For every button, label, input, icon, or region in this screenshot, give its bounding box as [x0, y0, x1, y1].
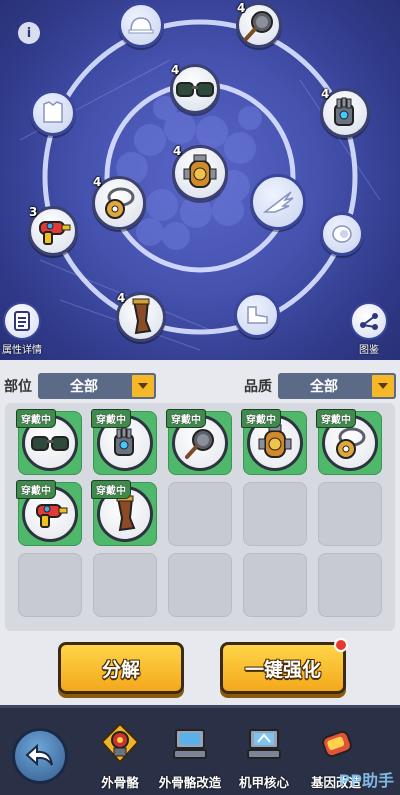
back-arrow-icon — [25, 743, 53, 767]
catalog-button[interactable]: 图鉴 — [350, 302, 388, 356]
level-number: 4 — [237, 1, 246, 15]
decompose-button[interactable]: 分解 — [58, 642, 184, 694]
frying-pan-icon — [244, 11, 273, 41]
level-number: 4 — [171, 63, 180, 77]
wing-slot[interactable] — [250, 174, 306, 230]
equipped-tag: 穿戴中 — [16, 480, 56, 499]
helmet-slot[interactable] — [118, 2, 164, 48]
nav-exoskeleton-label: 外骨骼 — [101, 775, 139, 790]
boots-slot[interactable]: 4 — [116, 291, 166, 342]
inventory-item-boots[interactable]: 穿戴中 — [91, 480, 157, 546]
attribute-details-button[interactable]: 属性详情 — [2, 302, 42, 356]
chevron-down-icon — [130, 373, 156, 399]
decompose-label: 分解 — [101, 658, 140, 681]
level-number: 4 — [321, 87, 330, 101]
part-dropdown-value: 全部 — [70, 379, 98, 395]
inventory-panel: 部位 全部 品质 全部 穿戴中 穿戴中 穿戴中 穿戴中 穿戴中 穿戴中 穿戴中 … — [0, 360, 400, 705]
level-number: 4 — [173, 144, 182, 158]
empty-inventory-slot — [318, 482, 382, 546]
equipped-tag: 穿戴中 — [316, 409, 356, 428]
empty-inventory-slot — [18, 553, 82, 617]
inventory-item-goggles[interactable]: 穿戴中 — [16, 409, 82, 475]
armor-slot[interactable] — [30, 90, 76, 136]
quality-filter-label: 品质 — [244, 379, 272, 395]
gene-modify-icon — [314, 722, 358, 766]
bottom-nav: 外骨骼 外骨骼改造 机甲核心 基因改造 PP助手 — [0, 705, 400, 795]
exoskeleton-icon — [98, 722, 142, 766]
document-icon — [3, 302, 41, 340]
attribute-details-label: 属性详情 — [2, 345, 42, 356]
inventory-item-water-gun[interactable]: 穿戴中 — [16, 480, 82, 546]
info-icon[interactable]: i — [18, 22, 40, 44]
core-pump-icon — [183, 154, 217, 188]
water-gun-slot[interactable]: 3 — [28, 205, 78, 256]
empty-inventory-slot — [243, 482, 307, 546]
empty-inventory-slot — [93, 553, 157, 617]
network-icon — [350, 302, 388, 340]
equipped-tag: 穿戴中 — [91, 480, 131, 499]
quality-dropdown-value: 全部 — [310, 379, 338, 395]
chain-gear-icon — [105, 187, 135, 219]
nav-exoskeleton[interactable]: 外骨骼 — [82, 722, 158, 791]
chain-gear-slot[interactable]: 4 — [92, 175, 146, 230]
inventory-item-power-glove[interactable]: 穿戴中 — [91, 409, 157, 475]
empty-inventory-slot — [318, 553, 382, 617]
boots-icon — [132, 298, 152, 335]
equipped-tag: 穿戴中 — [91, 409, 131, 428]
nav-exoskeleton-modify-label: 外骨骼改造 — [158, 775, 222, 790]
chevron-down-icon — [370, 373, 396, 399]
nav-mecha-core-label: 机甲核心 — [238, 775, 289, 790]
inventory-item-core-pump[interactable]: 穿戴中 — [241, 409, 307, 475]
level-number: 4 — [93, 175, 102, 189]
inventory-item-frying-pan[interactable]: 穿戴中 — [166, 409, 232, 475]
nav-mecha-core[interactable]: 机甲核心 — [226, 722, 302, 791]
equipped-tag: 穿戴中 — [241, 409, 281, 428]
equipped-tag: 穿戴中 — [16, 409, 56, 428]
power-glove-icon — [334, 97, 354, 126]
frying-pan-slot[interactable]: 4 — [236, 1, 282, 48]
wing-icon — [262, 191, 294, 213]
quality-filter: 品质 全部 — [244, 372, 396, 400]
nav-exoskeleton-modify[interactable]: 外骨骼改造 — [152, 722, 228, 791]
level-number: 3 — [29, 205, 38, 219]
part-filter: 部位 全部 — [4, 372, 156, 400]
notification-dot — [334, 638, 348, 652]
level-number: 4 — [117, 291, 126, 305]
armor-icon — [43, 101, 63, 123]
one-click-upgrade-button[interactable]: 一键强化 — [220, 638, 348, 694]
exoskeleton-modify-icon — [168, 722, 212, 766]
ring-icon — [332, 225, 352, 243]
power-glove-slot[interactable]: 4 — [320, 87, 370, 138]
back-button[interactable] — [12, 728, 68, 784]
part-filter-label: 部位 — [4, 379, 32, 395]
shoe-slot[interactable] — [234, 292, 280, 338]
accessory-slot[interactable] — [320, 212, 364, 256]
equipped-tag: 穿戴中 — [166, 409, 206, 428]
one-click-upgrade-label: 一键强化 — [244, 658, 321, 681]
empty-inventory-slot — [168, 482, 232, 546]
catalog-label: 图鉴 — [359, 345, 379, 356]
equipment-wheel: i 4 4 3 4 4 4 4 属性详情 图鉴 — [0, 0, 400, 360]
core-pump-slot[interactable]: 4 — [172, 144, 228, 201]
helmet-icon — [128, 17, 154, 34]
water-gun-icon — [39, 221, 71, 245]
shoe-icon — [247, 306, 268, 324]
quality-dropdown[interactable]: 全部 — [278, 373, 396, 399]
mecha-core-icon — [242, 722, 286, 766]
exoskeleton-screen: { "wheel": { "info_icon": "info-icon", "… — [0, 0, 400, 795]
empty-inventory-slot — [168, 553, 232, 617]
part-dropdown[interactable]: 全部 — [38, 373, 156, 399]
inventory-item-chain-gear[interactable]: 穿戴中 — [316, 409, 382, 475]
empty-inventory-slot — [243, 553, 307, 617]
goggles-icon — [176, 82, 214, 97]
goggles-slot[interactable]: 4 — [170, 63, 220, 114]
watermark: PP助手 — [338, 771, 394, 790]
